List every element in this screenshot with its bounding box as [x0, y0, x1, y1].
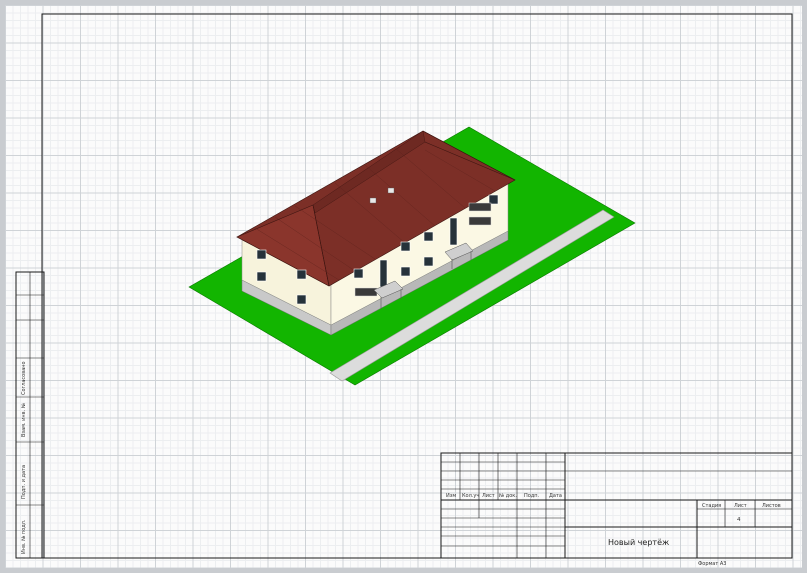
window [256, 249, 267, 260]
sheets-label: Листов [762, 503, 781, 509]
side-label-replace-inv: Взам. инв. № [21, 402, 27, 437]
building-model[interactable] [188, 126, 636, 386]
window [423, 231, 434, 242]
drawing-canvas: Согласовано Взам. инв. № Подп. и дата Ин… [15, 13, 793, 567]
drawing-title[interactable]: Новый чертёж [608, 538, 669, 547]
window [256, 271, 267, 282]
title-block: Изм Кол.уч Лист № док. Подп. Дата Стадия… [440, 452, 793, 559]
col-header-date: Дата [549, 493, 562, 499]
side-label-sign-date: Подп. и дата [21, 465, 27, 499]
stair-window-1 [379, 259, 388, 288]
side-label-agreed: Согласовано [21, 361, 27, 395]
col-header-izm: Изм [446, 493, 456, 499]
roof-vent-1 [369, 197, 377, 204]
col-header-kol: Кол.уч [462, 493, 479, 499]
format-label: Формат А3 [698, 561, 726, 567]
stair-window-2 [449, 217, 458, 246]
drawing-sheet[interactable]: Согласовано Взам. инв. № Подп. и дата Ин… [5, 5, 802, 568]
window [353, 268, 364, 279]
col-header-doc: № док. [499, 493, 517, 499]
window [296, 269, 307, 280]
balcony-2 [468, 216, 492, 226]
window [488, 194, 499, 205]
stage-label: Стадия [702, 503, 721, 509]
sheet-number: 4 [737, 517, 741, 523]
balcony-3 [468, 202, 492, 212]
window [423, 256, 434, 267]
col-header-list: Лист [482, 493, 495, 499]
balcony-1 [354, 287, 378, 297]
window [296, 294, 307, 305]
col-header-sign: Подп. [524, 493, 540, 499]
window [400, 266, 411, 277]
window [400, 241, 411, 252]
sheet-label: Лист [734, 503, 747, 509]
side-stamp: Согласовано Взам. инв. № Подп. и дата Ин… [15, 271, 45, 559]
side-label-inv-number: Инв. № подл. [21, 519, 27, 554]
roof-vent-2 [387, 187, 395, 194]
